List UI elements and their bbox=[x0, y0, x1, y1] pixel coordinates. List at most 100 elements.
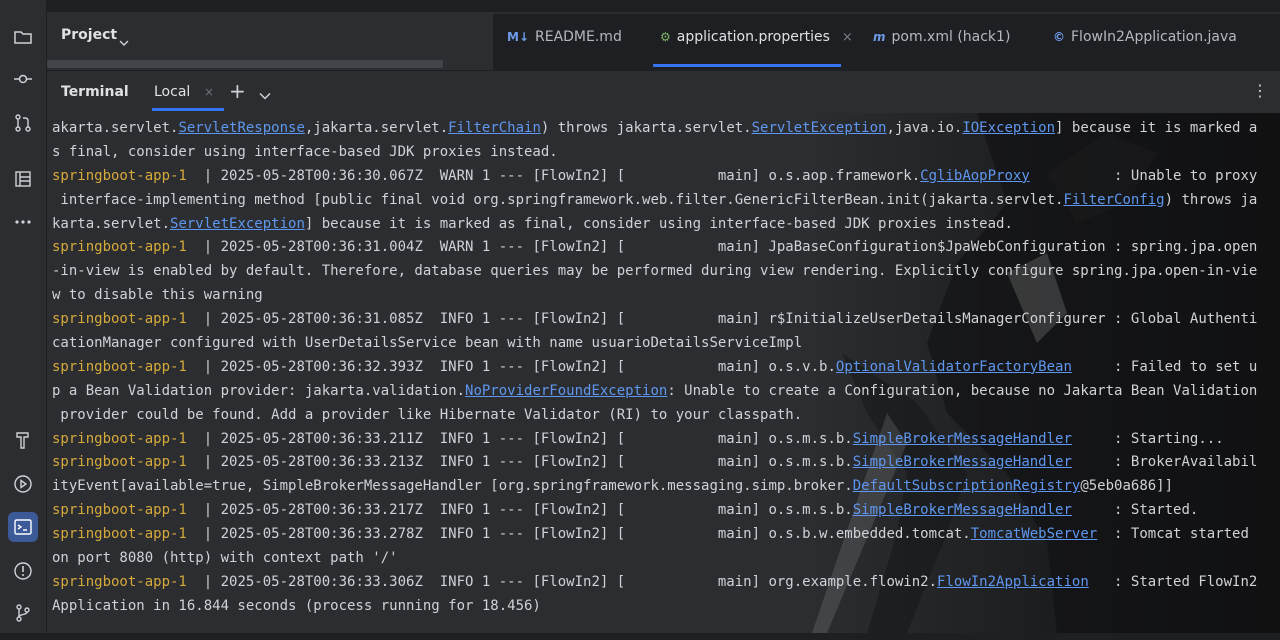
log-class-link[interactable]: SimpleBrokerMessageHandler bbox=[853, 454, 1072, 470]
log-lines: akarta.servlet.ServletResponse,jakarta.s… bbox=[52, 117, 1280, 619]
log-service-name: springboot-app-1 bbox=[52, 239, 196, 256]
log-text: | 2025-05-28T00:36:32.393Z INFO 1 --- [F… bbox=[195, 358, 836, 375]
commit-icon[interactable] bbox=[8, 64, 38, 94]
problems-icon[interactable] bbox=[8, 556, 38, 586]
close-icon[interactable]: × bbox=[204, 85, 214, 99]
markdown-icon: M↓ bbox=[507, 30, 529, 44]
editor-tabs: M↓ README.md ⚙ application.properties × … bbox=[493, 14, 1280, 70]
chevron-down-icon[interactable] bbox=[119, 32, 129, 51]
log-class-link[interactable]: FilterChain bbox=[448, 120, 541, 136]
title-bar bbox=[0, 0, 1280, 12]
log-line: -in-view is enabled by default. Therefor… bbox=[52, 260, 1280, 284]
log-text: -in-view is enabled by default. Therefor… bbox=[52, 263, 1258, 280]
log-service-name: springboot-app-1 bbox=[52, 167, 196, 184]
log-text: : Started. bbox=[1071, 502, 1199, 519]
log-line: springboot-app-1 | 2025-05-28T00:36:31.0… bbox=[52, 308, 1280, 332]
log-text: | 2025-05-28T00:36:33.278Z INFO 1 --- [F… bbox=[195, 526, 971, 543]
log-line: provider could be found. Add a provider … bbox=[52, 404, 1280, 428]
log-text: ityEvent[available=true, SimpleBrokerMes… bbox=[52, 478, 853, 495]
log-text: | 2025-05-28T00:36:33.306Z INFO 1 --- [F… bbox=[195, 573, 938, 590]
log-class-link[interactable]: FilterConfig bbox=[1063, 192, 1164, 208]
terminal-output[interactable]: akarta.servlet.ServletResponse,jakarta.s… bbox=[47, 113, 1280, 633]
close-icon[interactable]: × bbox=[842, 30, 853, 45]
status-bar bbox=[0, 633, 1280, 640]
tab-flowin2-application[interactable]: © FlowIn2Application.java bbox=[1053, 22, 1237, 52]
log-text: : Unable to create a Configuration, beca… bbox=[667, 382, 1258, 399]
log-line: springboot-app-1 | 2025-05-28T00:36:30.0… bbox=[52, 165, 1280, 189]
log-text: s final, consider using interface-based … bbox=[52, 143, 558, 160]
log-service-name: springboot-app-1 bbox=[52, 502, 196, 519]
log-text: akarta.servlet. bbox=[52, 120, 179, 136]
log-class-link[interactable]: ServletException bbox=[170, 216, 305, 232]
log-line: karta.servlet.ServletException] because … bbox=[52, 213, 1280, 237]
active-terminal-tab-indicator bbox=[152, 108, 224, 111]
build-hammer-icon[interactable] bbox=[8, 425, 38, 455]
more-tools-icon[interactable] bbox=[8, 207, 38, 237]
tab-readme[interactable]: M↓ README.md bbox=[507, 22, 622, 52]
log-service-name: springboot-app-1 bbox=[52, 311, 196, 328]
structure-icon[interactable] bbox=[8, 164, 38, 194]
log-class-link[interactable]: SimpleBrokerMessageHandler bbox=[853, 502, 1072, 518]
new-tab-plus-icon[interactable]: + bbox=[229, 79, 246, 103]
log-class-link[interactable]: TomcatWebServer bbox=[971, 526, 1097, 542]
log-text: karta.servlet. bbox=[52, 215, 171, 232]
log-text: | 2025-05-28T00:36:33.211Z INFO 1 --- [F… bbox=[195, 430, 853, 447]
log-line: s final, consider using interface-based … bbox=[52, 141, 1280, 165]
log-text: : Unable to proxy bbox=[1029, 167, 1258, 184]
log-service-name: springboot-app-1 bbox=[52, 526, 196, 543]
log-class-link[interactable]: ServletResponse bbox=[178, 120, 304, 136]
tab-local[interactable]: Local bbox=[154, 84, 190, 100]
pull-requests-icon[interactable] bbox=[8, 108, 38, 138]
log-text: ,jakarta.servlet. bbox=[304, 120, 449, 136]
log-service-name: springboot-app-1 bbox=[52, 358, 196, 375]
tool-window-strip bbox=[0, 0, 47, 640]
log-class-link[interactable]: IOException bbox=[962, 120, 1055, 136]
log-line: springboot-app-1 | 2025-05-28T00:36:32.3… bbox=[52, 356, 1280, 380]
settings-file-icon: ⚙ bbox=[660, 30, 671, 44]
log-class-link[interactable]: DefaultSubscriptionRegistry bbox=[853, 478, 1081, 494]
log-class-link[interactable]: NoProviderFoundException bbox=[465, 383, 667, 399]
run-icon[interactable] bbox=[8, 469, 38, 499]
log-class-link[interactable]: CglibAopProxy bbox=[920, 168, 1030, 184]
terminal-title: Terminal bbox=[61, 84, 129, 100]
log-line: interface-implementing method [public fi… bbox=[52, 189, 1280, 213]
tab-application-properties[interactable]: ⚙ application.properties × bbox=[660, 22, 853, 52]
log-text: | 2025-05-28T00:36:30.067Z WARN 1 --- [F… bbox=[195, 167, 921, 184]
log-line: on port 8080 (http) with context path '/… bbox=[52, 547, 1280, 571]
tab-label: FlowIn2Application.java bbox=[1071, 29, 1237, 45]
log-text: | 2025-05-28T00:36:31.004Z WARN 1 --- [F… bbox=[195, 239, 1258, 256]
more-options-icon[interactable]: ⋮ bbox=[1252, 81, 1268, 100]
log-text: : Failed to set u bbox=[1071, 358, 1258, 375]
log-line: w to disable this warning bbox=[52, 284, 1280, 308]
log-class-link[interactable]: FlowIn2Application bbox=[937, 574, 1089, 590]
log-text: on port 8080 (http) with context path '/… bbox=[52, 550, 398, 567]
active-tab-indicator bbox=[653, 64, 841, 67]
tab-pom-xml[interactable]: m pom.xml (hack1) bbox=[873, 22, 1010, 52]
project-panel-header: Project bbox=[47, 14, 493, 70]
log-text: Application in 16.844 seconds (process r… bbox=[52, 597, 541, 614]
horizontal-scrollbar[interactable] bbox=[47, 60, 443, 68]
chevron-down-icon[interactable] bbox=[259, 85, 271, 104]
log-class-link[interactable]: ServletException bbox=[752, 120, 887, 136]
git-icon[interactable] bbox=[8, 598, 38, 628]
log-service-name: springboot-app-1 bbox=[52, 573, 196, 590]
terminal-icon[interactable] bbox=[8, 512, 38, 542]
tab-label: application.properties bbox=[676, 29, 830, 45]
project-title[interactable]: Project bbox=[61, 27, 117, 43]
tab-label: README.md bbox=[535, 29, 622, 45]
log-class-link[interactable]: SimpleBrokerMessageHandler bbox=[853, 431, 1072, 447]
log-text: provider could be found. Add a provider … bbox=[52, 406, 803, 423]
java-class-icon: © bbox=[1053, 30, 1065, 44]
log-line: cationManager configured with UserDetail… bbox=[52, 332, 1280, 356]
log-service-name: springboot-app-1 bbox=[52, 430, 196, 447]
log-text: : BrokerAvailabil bbox=[1071, 454, 1258, 471]
log-text: | 2025-05-28T00:36:33.217Z INFO 1 --- [F… bbox=[195, 502, 853, 519]
log-text: | 2025-05-28T00:36:31.085Z INFO 1 --- [F… bbox=[195, 311, 1258, 328]
log-text: cationManager configured with UserDetail… bbox=[52, 335, 803, 352]
log-line: springboot-app-1 | 2025-05-28T00:36:33.2… bbox=[52, 523, 1280, 547]
tab-label: pom.xml (hack1) bbox=[891, 29, 1011, 45]
project-folder-icon[interactable] bbox=[8, 22, 38, 52]
log-line: Application in 16.844 seconds (process r… bbox=[52, 595, 1280, 619]
log-text: ,java.io. bbox=[886, 120, 963, 136]
log-class-link[interactable]: OptionalValidatorFactoryBean bbox=[836, 359, 1072, 375]
